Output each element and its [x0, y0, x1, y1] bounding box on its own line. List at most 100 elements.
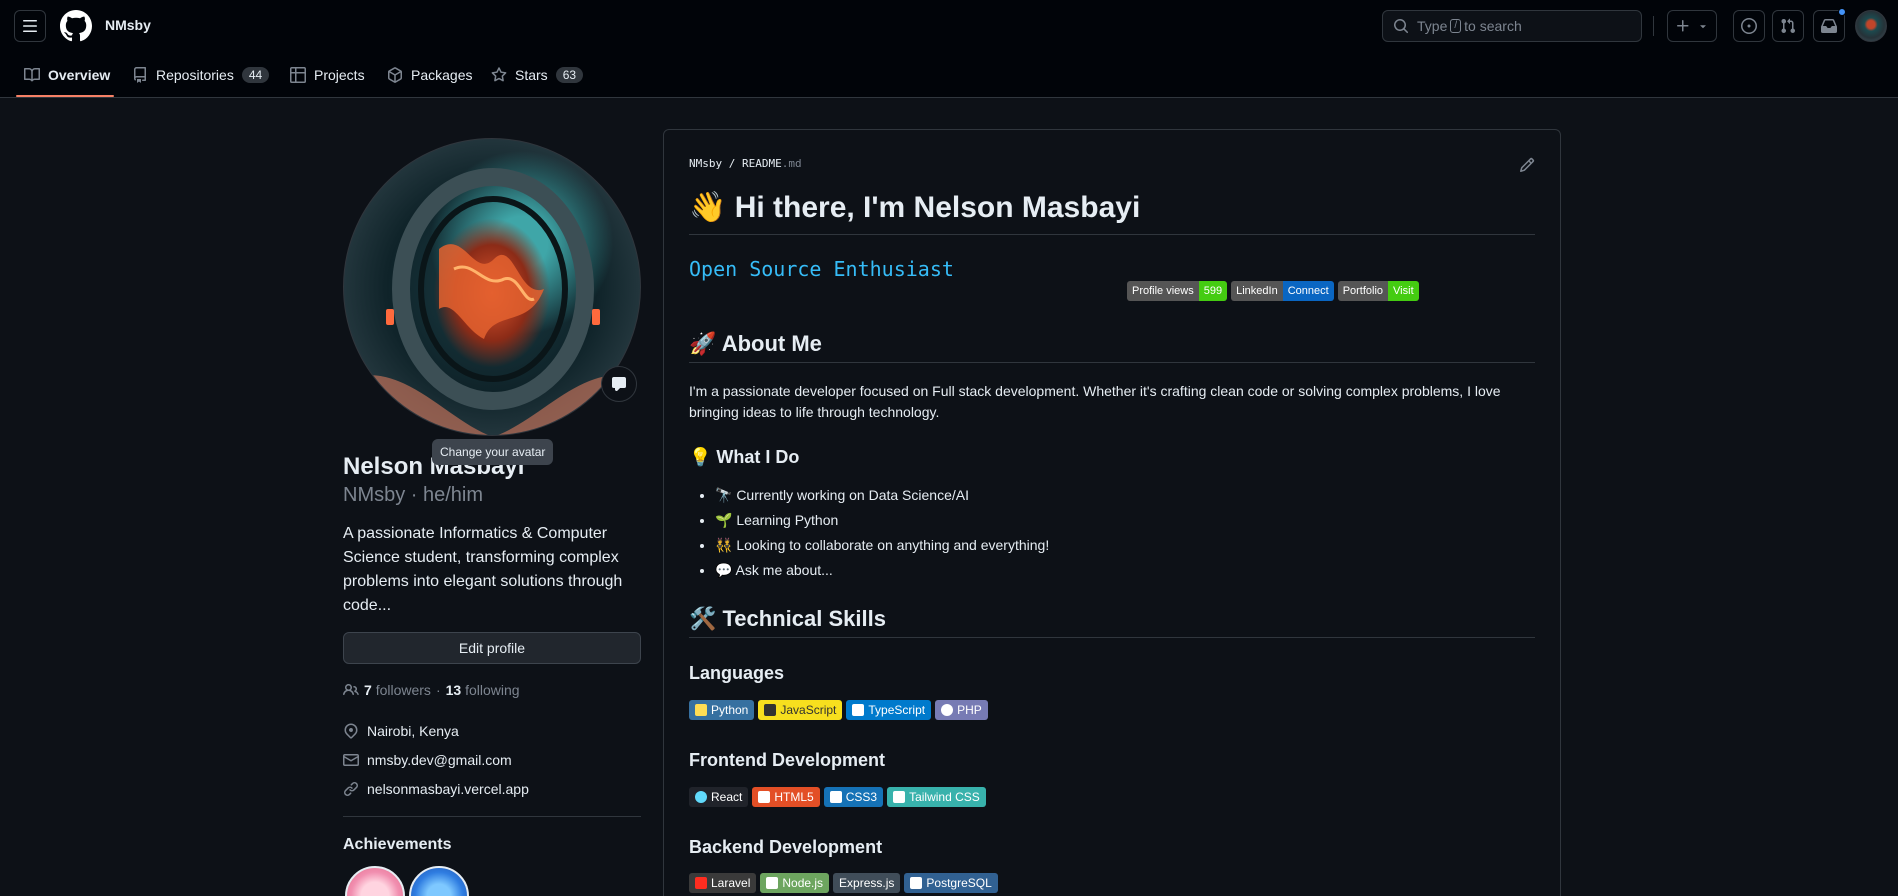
badge-label: PostgreSQL	[926, 876, 992, 890]
readme-breadcrumb: NMsby / README.md	[689, 157, 802, 170]
plus-icon	[1677, 20, 1689, 32]
what-i-do-heading: 💡 What I Do	[689, 447, 800, 467]
expressjs-badge: Express.js	[833, 873, 901, 893]
active-tab-indicator	[16, 95, 114, 97]
tab-overview[interactable]: Overview	[24, 52, 110, 98]
postgresql-icon	[910, 877, 923, 889]
html5-icon	[758, 791, 771, 803]
php-badge: PHP	[935, 700, 988, 720]
badge-label: Python	[711, 703, 749, 717]
tab-packages[interactable]: Packages	[387, 52, 472, 98]
badge-label: CSS3	[845, 790, 878, 804]
about-rule	[689, 362, 1535, 363]
people-icon	[343, 683, 359, 696]
badge-label: React	[711, 790, 743, 804]
github-logo-icon[interactable]	[60, 10, 92, 42]
badge-label: TypeScript	[868, 703, 926, 717]
search-shortcut-key: /	[1450, 19, 1462, 33]
typing-banner: Open Source Enthusiast	[689, 257, 954, 281]
tailwind-icon	[893, 791, 906, 803]
user-avatar-menu[interactable]	[1855, 10, 1887, 42]
stars-count: 63	[555, 67, 584, 83]
postgresql-badge: PostgreSQL	[904, 873, 998, 893]
about-me-heading: 🚀 About Me	[689, 331, 822, 356]
tab-packages-label: Packages	[411, 67, 473, 83]
laravel-badge: Laravel	[689, 873, 757, 893]
tab-overview-label: Overview	[48, 67, 111, 83]
python-icon	[695, 704, 707, 716]
following-count: 13	[445, 682, 462, 698]
avatar-status-button[interactable]	[601, 366, 637, 402]
star-icon	[491, 67, 507, 82]
css3-badge: CSS3	[823, 787, 884, 807]
javascript-icon	[764, 704, 777, 716]
pull-requests-button[interactable]	[1772, 10, 1804, 42]
notification-dot	[1838, 8, 1846, 16]
pencil-icon[interactable]	[1519, 157, 1535, 173]
astronaut-helmet-illustration	[344, 168, 640, 435]
badge-label: Node.js	[782, 876, 824, 890]
location-text: Nairobi, Kenya	[367, 723, 459, 739]
tab-stars-label: Stars	[515, 67, 548, 83]
frontend-badges: React HTML5 CSS3 Tailwind CSS	[689, 787, 986, 807]
hamburger-icon	[23, 20, 37, 32]
followers-count: 7	[364, 682, 372, 698]
followers-label: followers	[375, 682, 431, 698]
badge-label: Profile views	[1127, 281, 1199, 301]
inbox-icon	[1821, 19, 1837, 33]
portfolio-badge[interactable]: Portfolio Visit	[1337, 281, 1419, 301]
readme-crumb-ext: .md	[781, 157, 802, 170]
badge-label: LinkedIn	[1231, 281, 1283, 301]
comment-icon	[612, 377, 626, 391]
readme-title: 👋 Hi there, I'm Nelson Masbayi	[689, 191, 1141, 224]
git-pull-request-icon	[1781, 18, 1796, 34]
profile-username: NMsby · he/him	[343, 484, 484, 506]
tab-projects[interactable]: Projects	[290, 52, 365, 98]
create-new-button[interactable]	[1667, 10, 1717, 42]
tab-stars[interactable]: Stars 63	[491, 52, 584, 98]
badge-label: JavaScript	[780, 703, 837, 717]
email-link[interactable]: nmsby.dev@gmail.com	[367, 752, 512, 768]
location-item: Nairobi, Kenya	[343, 723, 459, 739]
tab-repositories[interactable]: Repositories 44	[132, 52, 270, 98]
website-item: nelsonmasbayi.vercel.app	[343, 781, 529, 797]
tab-projects-label: Projects	[314, 67, 365, 83]
badge-label: Laravel	[711, 876, 751, 890]
location-icon	[344, 723, 358, 739]
title-rule	[689, 234, 1535, 235]
repo-icon	[134, 67, 146, 83]
issue-opened-icon	[1741, 18, 1757, 34]
achievement-yolo-badge[interactable]	[345, 866, 405, 896]
edit-profile-button[interactable]: Edit profile	[343, 632, 641, 664]
badge-label: HTML5	[774, 790, 814, 804]
followers-link[interactable]: 7 followers	[364, 682, 431, 698]
php-icon	[941, 704, 954, 716]
profile-tabs: Overview Repositories 44 Projects Packag…	[0, 52, 1898, 98]
sidebar-divider	[343, 816, 641, 817]
laravel-icon	[695, 877, 707, 889]
badge-label: PHP	[957, 703, 982, 717]
change-avatar-tooltip: Change your avatar	[432, 439, 554, 465]
achievement-shark-badge[interactable]	[409, 866, 469, 896]
achievements-heading[interactable]: Achievements	[343, 836, 452, 854]
badge-value: Connect	[1282, 281, 1334, 301]
profile-avatar[interactable]	[343, 138, 641, 436]
badge-label: Tailwind CSS	[909, 790, 980, 804]
issues-button[interactable]	[1733, 10, 1765, 42]
profile-views-badge: Profile views 599	[1127, 281, 1228, 301]
website-link[interactable]: nelsonmasbayi.vercel.app	[367, 781, 529, 797]
search-input[interactable]: Type / to search	[1382, 10, 1642, 42]
owner-name[interactable]: NMsby	[105, 17, 151, 33]
hamburger-menu-button[interactable]	[14, 10, 46, 42]
following-link[interactable]: 13 following	[446, 682, 520, 698]
css3-icon	[829, 791, 842, 803]
nodejs-badge: Node.js	[760, 873, 830, 893]
technical-skills-heading: 🛠️ Technical Skills	[689, 606, 886, 631]
skills-rule	[689, 637, 1535, 638]
readme-crumb-sep: /	[728, 157, 736, 170]
readme-crumb-user[interactable]: NMsby	[689, 157, 722, 170]
repositories-count: 44	[241, 67, 270, 83]
typescript-badge: TypeScript	[846, 700, 932, 720]
linkedin-badge[interactable]: LinkedIn Connect	[1231, 281, 1334, 301]
backend-heading: Backend Development	[689, 837, 883, 857]
